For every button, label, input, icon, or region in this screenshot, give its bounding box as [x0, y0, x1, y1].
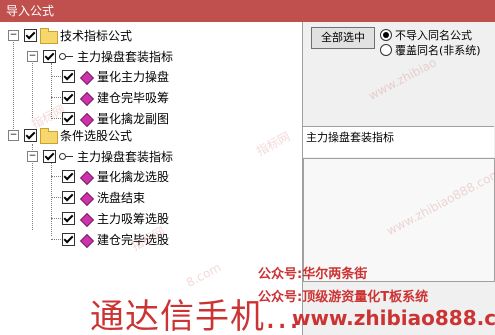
tree-line: [51, 76, 61, 77]
radio-skip-duplicates-label[interactable]: 不导入同名公式: [395, 27, 472, 43]
tree-item-label[interactable]: 量化主力操盘: [97, 68, 169, 85]
formula-icon: [79, 212, 95, 228]
selected-name-text: 主力操盘套装指标: [306, 131, 394, 144]
collapse-toggle[interactable]: −: [27, 151, 38, 162]
collapse-toggle[interactable]: −: [27, 51, 38, 62]
subgroup-checkbox[interactable]: [43, 50, 56, 63]
radio-overwrite-duplicates-label[interactable]: 覆盖同名(非系统): [395, 42, 481, 58]
group-checkbox[interactable]: [24, 29, 37, 42]
formula-icon: [79, 233, 95, 249]
collapse-toggle[interactable]: −: [8, 130, 19, 141]
formula-checkbox[interactable]: [62, 91, 75, 104]
folder-icon: [40, 128, 58, 144]
tree-line: [51, 151, 52, 236]
title-bar: 导入公式: [0, 0, 495, 22]
folder-icon: [40, 28, 58, 44]
key-icon: [59, 153, 73, 161]
watermark-banner: 通达信手机...: [90, 297, 301, 335]
formula-checkbox[interactable]: [62, 170, 75, 183]
tree-line: [51, 218, 61, 219]
formula-checkbox[interactable]: [62, 212, 75, 225]
subgroup-checkbox[interactable]: [43, 150, 56, 163]
radio-skip-duplicates[interactable]: [380, 29, 392, 41]
formula-checkbox[interactable]: [62, 70, 75, 83]
tree-group-label[interactable]: 技术指标公式: [60, 27, 132, 44]
watermark-site: www.zhibiao888.com: [292, 306, 495, 330]
formula-icon: [79, 191, 95, 207]
selected-name-display: 主力操盘套装指标: [303, 126, 494, 157]
formula-icon: [79, 70, 95, 86]
tree-item-label[interactable]: 量化擒龙选股: [97, 168, 169, 185]
tree-line: [32, 56, 33, 118]
tree-line: [51, 176, 61, 177]
tree-item-label[interactable]: 建仓完毕吸筹: [97, 89, 169, 106]
tree-line: [51, 239, 61, 240]
tree-subgroup-label[interactable]: 主力操盘套装指标: [77, 48, 173, 65]
select-all-button[interactable]: 全部选中: [311, 27, 375, 49]
formula-icon: [79, 170, 95, 186]
tree-subgroup-label[interactable]: 主力操盘套装指标: [77, 148, 173, 165]
tree-group-label[interactable]: 条件选股公式: [60, 127, 132, 144]
window-title: 导入公式: [6, 4, 55, 18]
formula-icon: [79, 91, 95, 107]
tree-line: [13, 39, 14, 131]
tree-item-label[interactable]: 量化擒龙副图: [97, 110, 169, 127]
import-formula-dialog: 导入公式 − 技术指标公式 − 主力操盘套装指标 量化主力操盘 建仓完毕吸筹 量…: [0, 0, 495, 335]
key-icon: [59, 53, 73, 61]
tree-item-label[interactable]: 洗盘结束: [97, 189, 145, 206]
formula-checkbox[interactable]: [62, 191, 75, 204]
tree-line: [51, 97, 61, 98]
formula-checkbox[interactable]: [62, 233, 75, 246]
radio-overwrite-duplicates[interactable]: [380, 44, 392, 56]
tree-line: [51, 197, 61, 198]
formula-icon: [79, 112, 95, 128]
collapse-toggle[interactable]: −: [8, 30, 19, 41]
watermark-line-1: 公众号:华尔两条街: [258, 267, 368, 282]
